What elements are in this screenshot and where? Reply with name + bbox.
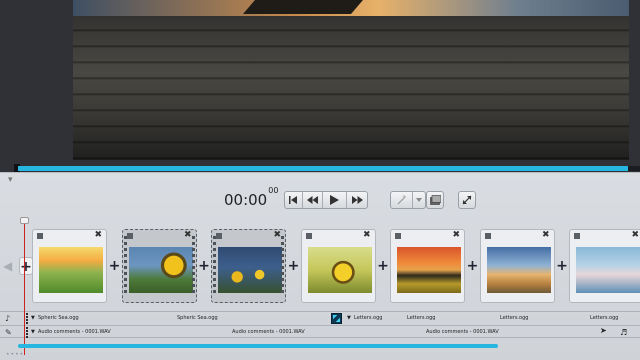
timecode-display: 00:0000 [224,186,278,209]
rewind-button[interactable] [303,192,323,208]
fullscreen-button[interactable] [458,191,476,209]
close-icon[interactable]: ✖ [631,230,639,240]
music-item[interactable]: Spheric Sea.ogg [38,315,79,321]
storyboard-clip[interactable]: ✖ [121,229,197,303]
magic-wand-button[interactable] [391,192,413,208]
expand-icon [462,195,472,205]
clip-checkbox[interactable] [126,233,133,239]
clip-thumbnail [128,247,193,293]
comments-track: ✎ ▼ Audio comments - 0001.WAV Audio comm… [0,325,640,338]
music-item[interactable]: Letters.ogg [407,315,435,321]
close-icon[interactable]: ✖ [273,230,281,240]
clip-thumbnail [397,247,461,293]
scroll-left-arrow-icon[interactable]: ◀ [3,259,12,273]
video-preview[interactable] [73,0,629,160]
comment-item[interactable]: Audio comments - 0001.WAV [232,329,305,335]
clip-checkbox[interactable] [37,233,43,239]
transition-icon[interactable] [331,313,342,324]
close-icon[interactable]: ✖ [452,230,460,240]
editor-panel: ▾ 00:0000 ◀ + ✖ + ✖ + ✖ + ✖ + ✖ + ✖ + ✖ … [0,172,640,360]
skip-to-start-button[interactable] [285,192,303,208]
playback-progress-fill [18,166,628,171]
video-editor-app: ▾ 00:0000 ◀ + ✖ + ✖ + ✖ + ✖ + ✖ + ✖ + ✖ … [0,0,640,360]
speaker-icon[interactable]: ♬ [620,328,627,337]
clip-thumbnail [39,247,103,293]
storyboard-clip[interactable]: ✖ [300,229,376,303]
clip-checkbox[interactable] [305,233,312,239]
add-transition-button[interactable]: + [555,257,569,275]
play-button[interactable] [323,192,347,208]
rewind-icon [307,196,318,204]
add-transition-button[interactable]: + [376,257,390,275]
close-icon[interactable]: ✖ [184,230,192,240]
timecode-frames: 00 [268,186,279,195]
music-item[interactable]: Spheric Sea.ogg [177,315,218,321]
video-pier [243,0,363,14]
preview-area [0,0,640,172]
clip-thumbnail [486,247,551,293]
comment-item-toggle-icon[interactable]: ▼ [31,329,35,335]
clip-thumbnail [576,247,640,293]
clip-thumbnail [307,247,372,293]
storyboard-clip[interactable]: ✖ [479,229,555,303]
track-marker [26,313,28,324]
storyboard-clip[interactable]: ✖ [390,229,465,303]
microphone-icon: ✎ [5,328,12,337]
music-track: ♪ ▼ Spheric Sea.ogg Spheric Sea.ogg ▼ Le… [0,311,640,324]
clip-checkbox[interactable] [216,233,222,239]
clip-checkbox[interactable] [484,233,491,239]
resize-grip-icon[interactable]: •••• [6,351,24,358]
music-item[interactable]: Letters.ogg [590,315,618,321]
mouse-cursor-icon: ➤ [600,326,607,335]
comment-item[interactable]: Audio comments - 0001.WAV [426,329,499,335]
comment-item[interactable]: Audio comments - 0001.WAV [38,329,111,335]
effects-dropdown-button[interactable] [413,192,425,208]
track-marker [26,327,28,338]
add-transition-button[interactable]: + [19,257,33,275]
music-note-icon: ♪ [5,314,11,323]
music-item-toggle-icon[interactable]: ▼ [347,315,351,321]
close-icon[interactable]: ✖ [542,230,550,240]
transport-controls [284,191,368,209]
add-transition-button[interactable]: + [197,257,211,275]
fast-forward-button[interactable] [347,192,367,208]
playhead-line [24,219,25,355]
playhead-handle[interactable] [20,217,29,224]
storyboard-clip[interactable]: ✖ [211,229,286,303]
clip-checkbox[interactable] [574,233,580,239]
music-item[interactable]: Letters.ogg [500,315,528,321]
clip-checkbox[interactable] [395,233,401,239]
add-transition-button[interactable]: + [466,257,480,275]
play-icon [330,195,339,205]
storyboard-clip[interactable]: ✖ [569,229,640,303]
fast-forward-icon [351,196,363,204]
music-item-toggle-icon[interactable]: ▼ [31,315,35,321]
snapshot-icon [429,195,441,205]
collapse-chevron-icon[interactable]: ▾ [8,175,13,185]
close-icon[interactable]: ✖ [94,230,102,240]
timecode-main: 00:00 [224,191,268,209]
close-icon[interactable]: ✖ [363,230,371,240]
snapshot-button[interactable] [426,191,444,209]
timeline-scrollbar[interactable] [18,344,498,348]
music-item[interactable]: Letters.ogg [354,315,382,321]
add-transition-button[interactable]: + [108,257,122,275]
skip-to-start-icon [289,196,297,204]
storyboard-clip[interactable]: ✖ [32,229,107,303]
clip-thumbnail [218,247,282,293]
magic-wand-icon [397,195,406,205]
add-transition-button[interactable]: + [287,257,301,275]
playback-progress-bar[interactable] [18,166,640,171]
effects-controls [390,191,426,209]
dropdown-icon [416,198,422,202]
